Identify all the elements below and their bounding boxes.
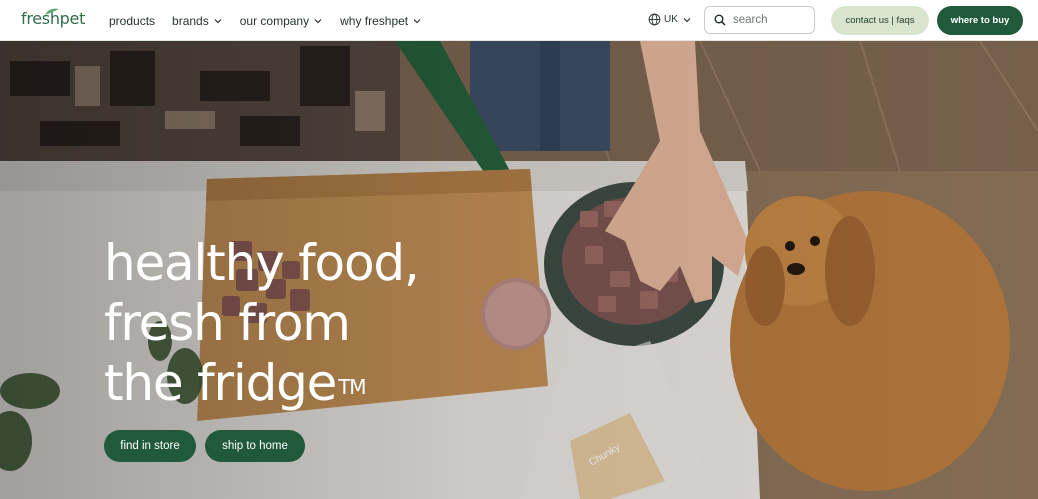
nav-item-brands[interactable]: brands bbox=[172, 14, 223, 28]
hero-banner: Chunky healthy food, fresh from the frid… bbox=[0, 41, 1038, 499]
hero-headline-line-3-text: the fridge bbox=[104, 354, 337, 412]
ship-to-home-label: ship to home bbox=[222, 440, 288, 452]
contact-faqs-label: contact us | faqs bbox=[845, 15, 915, 26]
chevron-down-icon bbox=[413, 18, 421, 23]
chevron-down-icon bbox=[683, 17, 691, 22]
main-nav: products brands our company why freshpet bbox=[109, 0, 439, 41]
nav-item-products[interactable]: products bbox=[109, 14, 155, 28]
hero-headline-line-1: healthy food, bbox=[104, 234, 420, 292]
find-in-store-button[interactable]: find in store bbox=[104, 430, 196, 462]
nav-item-label: our company bbox=[239, 13, 310, 28]
site-header: freshpet products brands our company why… bbox=[0, 0, 1038, 41]
hero-headline-line-3: the fridge TM bbox=[104, 353, 419, 413]
region-label: UK bbox=[664, 14, 678, 25]
nav-item-label: why freshpet bbox=[340, 13, 409, 28]
chevron-down-icon bbox=[314, 18, 322, 23]
search-box[interactable] bbox=[704, 6, 815, 34]
region-selector[interactable]: UK bbox=[648, 13, 692, 26]
where-to-buy-button[interactable]: where to buy bbox=[937, 6, 1023, 35]
nav-item-our-company[interactable]: our company bbox=[240, 14, 323, 28]
hero-headline-line-2: fresh from bbox=[104, 294, 351, 352]
hero-headline: healthy food, fresh from the fridge TM bbox=[104, 233, 420, 413]
freshpet-logo[interactable]: freshpet bbox=[21, 8, 85, 33]
find-in-store-label: find in store bbox=[120, 440, 180, 452]
leaf-icon bbox=[45, 8, 59, 15]
nav-item-why-freshpet[interactable]: why freshpet bbox=[340, 14, 422, 28]
search-icon bbox=[714, 14, 726, 26]
chevron-down-icon bbox=[214, 18, 222, 23]
trademark-symbol: TM bbox=[338, 375, 366, 399]
ship-to-home-button[interactable]: ship to home bbox=[205, 430, 305, 462]
contact-faqs-button[interactable]: contact us | faqs bbox=[831, 6, 929, 35]
where-to-buy-label: where to buy bbox=[950, 15, 1010, 26]
nav-item-label: brands bbox=[172, 13, 209, 28]
search-input[interactable] bbox=[733, 14, 803, 26]
nav-item-label: products bbox=[109, 13, 156, 28]
globe-icon bbox=[648, 13, 661, 26]
